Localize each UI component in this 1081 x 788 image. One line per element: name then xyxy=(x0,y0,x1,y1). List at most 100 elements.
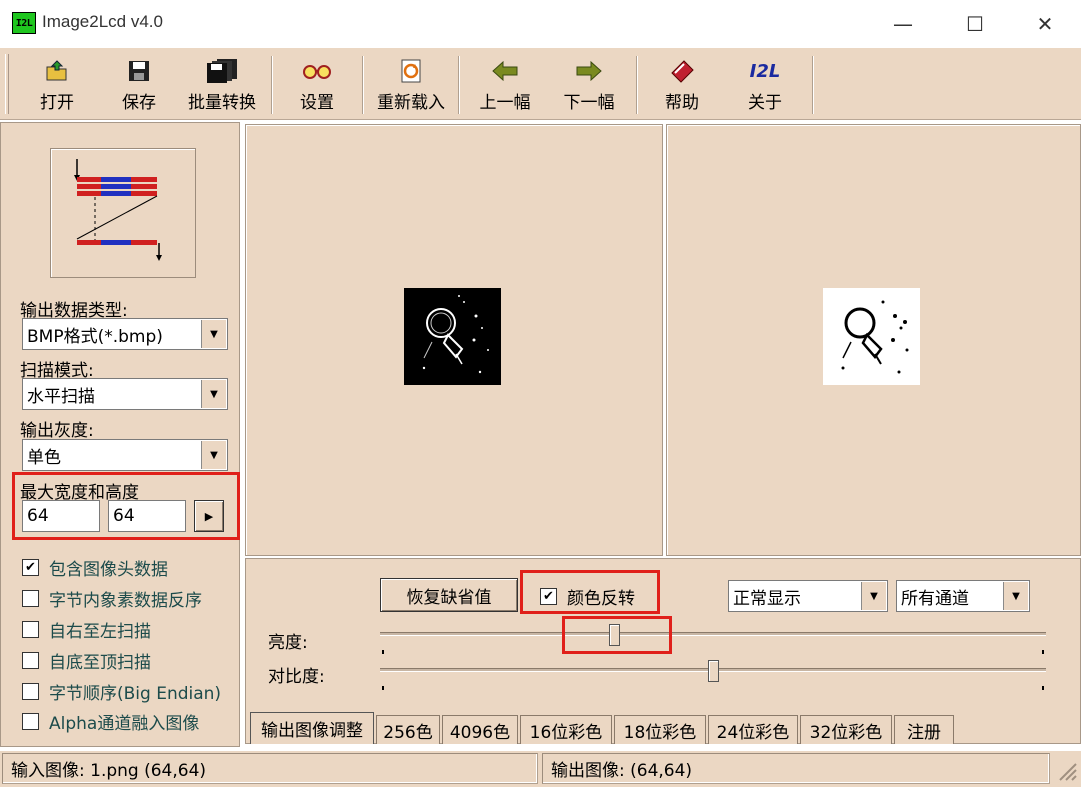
checkbox-label: Alpha通道融入图像 xyxy=(49,713,200,734)
display-mode-select[interactable]: 正常显示 ▼ xyxy=(728,580,888,612)
scan-mode-value: 水平扫描 xyxy=(27,386,95,407)
dropdown-arrow-icon[interactable]: ▼ xyxy=(201,380,226,408)
about-label: 关于 xyxy=(748,93,782,113)
scan-mode-preview xyxy=(50,148,196,278)
help-book-icon xyxy=(669,56,695,86)
invert-color-checkbox[interactable]: ✔ 颜色反转 xyxy=(540,583,635,609)
floppy-disk-icon xyxy=(128,56,150,86)
settings-label: 设置 xyxy=(300,93,334,113)
checkbox-label: 字节内象素数据反序 xyxy=(49,590,202,611)
checkbox-label: 包含图像头数据 xyxy=(49,559,168,580)
tab-24bit-color[interactable]: 24位彩色 xyxy=(708,715,798,744)
checkbox-include-header[interactable]: ✔ 包含图像头数据 xyxy=(22,554,168,580)
dropdown-arrow-icon[interactable]: ▼ xyxy=(201,320,226,348)
about-logo-icon: I2L xyxy=(749,60,781,82)
glasses-icon xyxy=(303,56,331,86)
dropdown-arrow-icon[interactable]: ▼ xyxy=(1003,582,1028,610)
restore-defaults-button[interactable]: 恢复缺省值 xyxy=(380,578,518,612)
scan-mode-select[interactable]: 水平扫描 ▼ xyxy=(22,378,228,410)
output-gray-label: 输出灰度: xyxy=(20,421,94,441)
output-gray-value: 单色 xyxy=(27,447,61,468)
display-mode-value: 正常显示 xyxy=(733,588,801,609)
batch-convert-button[interactable]: 批量转换 xyxy=(182,52,262,116)
arrow-left-icon xyxy=(491,56,519,86)
checkbox-box[interactable]: ✔ xyxy=(540,587,557,605)
settings-button[interactable]: 设置 xyxy=(284,52,350,116)
brightness-highlight xyxy=(562,616,672,654)
slider-tick xyxy=(1042,686,1044,690)
slider-tick xyxy=(1042,650,1044,654)
contrast-label: 对比度: xyxy=(268,667,325,687)
channel-value: 所有通道 xyxy=(901,588,969,609)
help-label: 帮助 xyxy=(665,93,699,113)
tab-register[interactable]: 注册 xyxy=(894,715,954,744)
input-image xyxy=(404,288,501,385)
slider-tick xyxy=(382,650,384,654)
tab-output-adjust[interactable]: 输出图像调整 xyxy=(250,712,374,744)
checkbox-bottom-to-top[interactable]: 自底至顶扫描 xyxy=(22,647,151,673)
tab-18bit-color[interactable]: 18位彩色 xyxy=(614,715,706,744)
checkbox-label: 自右至左扫描 xyxy=(49,621,151,642)
checkbox-alpha-blend[interactable]: Alpha通道融入图像 xyxy=(22,708,199,734)
checkbox-right-to-left[interactable]: 自右至左扫描 xyxy=(22,616,151,642)
max-height-input[interactable]: 64 xyxy=(108,500,186,532)
maximize-button[interactable]: ☐ xyxy=(952,8,998,40)
reload-icon xyxy=(400,56,422,86)
brightness-slider-track[interactable] xyxy=(380,632,1046,636)
checkbox-label: 字节顺序(Big Endian) xyxy=(49,683,222,704)
scan-diagram-icon xyxy=(74,159,162,261)
output-gray-select[interactable]: 单色 ▼ xyxy=(22,439,228,471)
checkbox-label: 自底至顶扫描 xyxy=(49,652,151,673)
tab-16bit-color[interactable]: 16位彩色 xyxy=(520,715,612,744)
save-label: 保存 xyxy=(122,93,156,113)
checkbox-box[interactable] xyxy=(22,620,39,638)
batch-convert-label: 批量转换 xyxy=(188,93,256,113)
apply-size-button[interactable]: ▶ xyxy=(194,500,224,532)
reload-button[interactable]: 重新载入 xyxy=(372,52,450,116)
save-button[interactable]: 保存 xyxy=(102,52,176,116)
tab-4096-color[interactable]: 4096色 xyxy=(442,715,518,744)
checkbox-box[interactable] xyxy=(22,651,39,669)
toolbar-separator xyxy=(636,56,638,114)
window-title: Image2Lcd v4.0 xyxy=(42,12,163,31)
output-type-select[interactable]: BMP格式(*.bmp) ▼ xyxy=(22,318,228,350)
toolbar-separator xyxy=(812,56,814,114)
arrow-right-icon xyxy=(575,56,603,86)
tab-256-color[interactable]: 256色 xyxy=(376,715,440,744)
batch-disks-icon xyxy=(205,56,239,86)
open-button[interactable]: 打开 xyxy=(20,52,94,116)
invert-color-label: 颜色反转 xyxy=(567,588,635,609)
dropdown-arrow-icon[interactable]: ▼ xyxy=(201,441,226,469)
slider-tick xyxy=(382,686,384,690)
checkbox-box[interactable] xyxy=(22,589,39,607)
prev-image-label: 上一幅 xyxy=(479,93,531,113)
resize-grip-icon[interactable] xyxy=(1054,758,1078,784)
contrast-slider-thumb[interactable] xyxy=(707,660,719,682)
prev-image-button[interactable]: 上一幅 xyxy=(472,52,538,116)
output-type-value: BMP格式(*.bmp) xyxy=(27,326,163,347)
checkbox-box[interactable] xyxy=(22,712,39,730)
dropdown-arrow-icon[interactable]: ▼ xyxy=(861,582,886,610)
next-image-label: 下一幅 xyxy=(563,93,615,113)
output-image xyxy=(823,288,920,385)
about-button[interactable]: I2L 关于 xyxy=(730,52,800,116)
toolbar-separator xyxy=(271,56,273,114)
channel-select[interactable]: 所有通道 ▼ xyxy=(896,580,1030,612)
checkbox-big-endian[interactable]: 字节顺序(Big Endian) xyxy=(22,678,221,704)
checkbox-reverse-pixel[interactable]: 字节内象素数据反序 xyxy=(22,585,202,611)
checkbox-box[interactable]: ✔ xyxy=(22,558,39,576)
close-button[interactable]: ✕ xyxy=(1022,8,1068,40)
minimize-button[interactable]: — xyxy=(880,8,926,40)
toolbar-separator xyxy=(362,56,364,114)
help-button[interactable]: 帮助 xyxy=(650,52,714,116)
toolbar-grip xyxy=(5,54,9,114)
tab-32bit-color[interactable]: 32位彩色 xyxy=(800,715,892,744)
toolbar-separator xyxy=(458,56,460,114)
input-image-status: 输入图像: 1.png (64,64) xyxy=(2,753,538,784)
open-label: 打开 xyxy=(40,93,74,113)
output-image-status: 输出图像: (64,64) xyxy=(542,753,1050,784)
checkbox-box[interactable] xyxy=(22,682,39,700)
next-image-button[interactable]: 下一幅 xyxy=(556,52,622,116)
max-width-input[interactable]: 64 xyxy=(22,500,100,532)
app-icon: I2L xyxy=(12,12,36,34)
